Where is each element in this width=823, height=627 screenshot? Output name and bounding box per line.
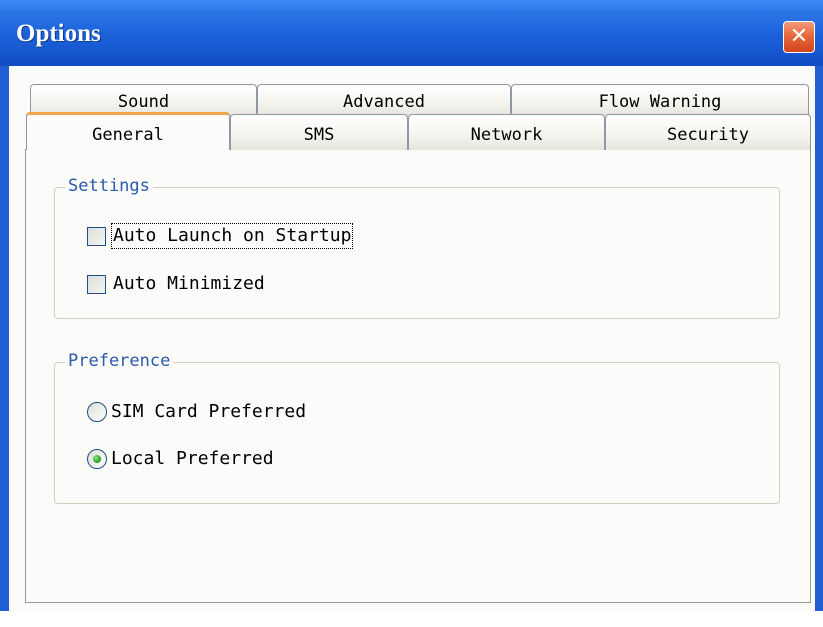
tab-flow-warning-label: Flow Warning [598, 92, 722, 112]
settings-group: Settings Auto Launch on Startup Auto Min… [54, 176, 780, 319]
tab-network[interactable]: Network [408, 114, 605, 150]
auto-minimized-checkbox[interactable] [87, 275, 106, 294]
tab-security[interactable]: Security [605, 114, 811, 150]
tab-sms-label: SMS [303, 125, 335, 145]
preference-group-label: Preference [65, 351, 174, 371]
close-button[interactable]: ✕ [783, 21, 815, 53]
window-frame-bottom [0, 611, 823, 627]
tab-sound-label: Sound [117, 92, 170, 112]
auto-launch-label[interactable]: Auto Launch on Startup [110, 223, 354, 249]
tab-flow-warning[interactable]: Flow Warning [511, 84, 809, 116]
tab-general[interactable]: General [26, 112, 230, 150]
auto-launch-checkbox[interactable] [87, 227, 106, 246]
sim-card-preferred-radio[interactable] [87, 402, 107, 422]
title-bar[interactable]: Options ✕ [0, 0, 823, 66]
close-icon: ✕ [789, 24, 809, 49]
local-preferred-label[interactable]: Local Preferred [111, 448, 274, 470]
sim-card-preferred-label[interactable]: SIM Card Preferred [111, 401, 306, 423]
tab-panel-general: Settings Auto Launch on Startup Auto Min… [25, 149, 811, 603]
tab-advanced-label: Advanced [343, 92, 425, 112]
tab-security-label: Security [667, 125, 749, 145]
preference-group: Preference SIM Card Preferred Local Pref… [54, 351, 780, 504]
radio-selected-dot [93, 455, 101, 463]
auto-minimized-label[interactable]: Auto Minimized [113, 273, 265, 295]
window-frame-right [815, 66, 823, 611]
local-preferred-radio[interactable] [87, 449, 107, 469]
tab-sms[interactable]: SMS [230, 114, 408, 150]
settings-group-label: Settings [65, 176, 153, 196]
options-window: Options ✕ Sound Advanced Flow Warning Se… [0, 0, 823, 627]
window-frame-left [0, 66, 9, 611]
tab-advanced[interactable]: Advanced [257, 84, 511, 116]
tab-general-label: General [92, 125, 164, 145]
window-title: Options [16, 20, 101, 47]
tab-network-label: Network [470, 125, 543, 145]
